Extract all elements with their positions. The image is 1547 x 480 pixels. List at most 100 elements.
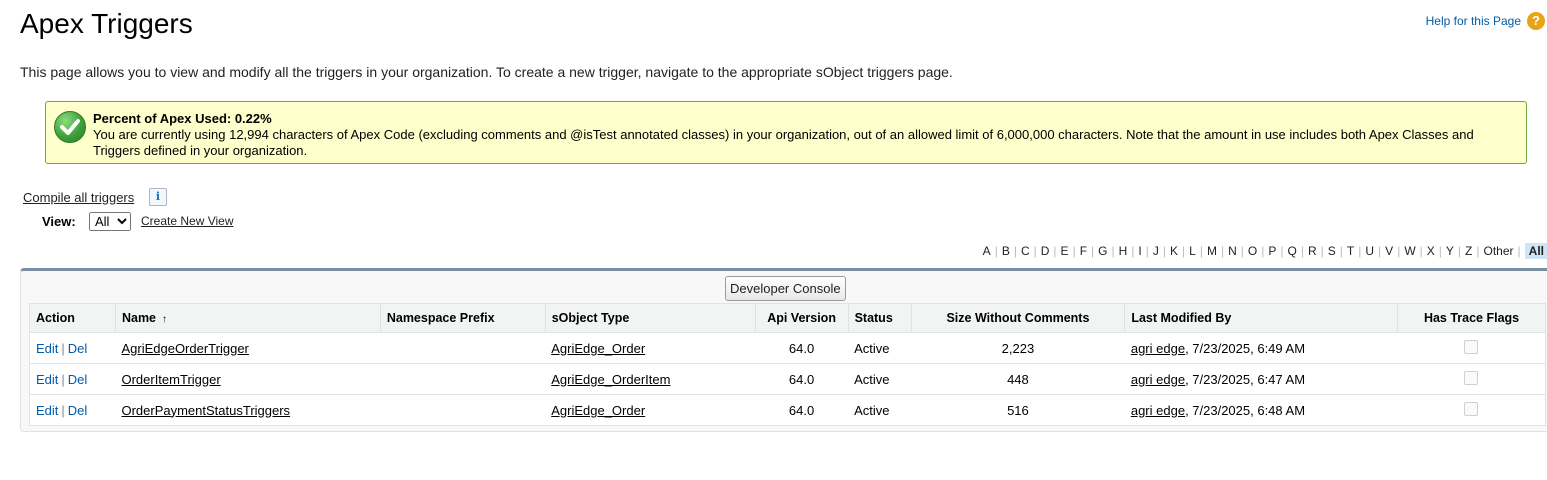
alphabet-filter-s[interactable]: S [1328, 244, 1336, 258]
edit-link[interactable]: Edit [36, 372, 58, 387]
header-status[interactable]: Status [847, 303, 912, 333]
delete-link[interactable]: Del [68, 372, 88, 387]
alphabet-filter-other[interactable]: Other [1484, 244, 1514, 258]
table-row: Edit | Del AgriEdgeOrderTrigger AgriEdge_Ord… [29, 332, 1546, 364]
alphabet-filter-a[interactable]: A [983, 244, 991, 258]
alphabet-filter-d[interactable]: D [1041, 244, 1050, 258]
header-namespace[interactable]: Namespace Prefix [379, 303, 546, 333]
trigger-name-link[interactable]: AgriEdgeOrderTrigger [121, 341, 248, 356]
alphabet-filter-q[interactable]: Q [1288, 244, 1297, 258]
sobject-link[interactable]: AgriEdge_Order [551, 341, 645, 356]
header-api-version[interactable]: Api Version [754, 303, 849, 333]
header-last-modified[interactable]: Last Modified By [1124, 303, 1399, 333]
action-separator: | [61, 402, 65, 418]
trace-flag-cell [1397, 363, 1546, 395]
alphabet-filter-f[interactable]: F [1080, 244, 1087, 258]
trigger-name-link[interactable]: OrderPaymentStatusTriggers [121, 403, 290, 418]
last-modified-cell: agri edge, 7/23/2025, 6:48 AM [1124, 394, 1398, 426]
header-name[interactable]: Name ↑ [114, 303, 381, 333]
row-actions: Edit | Del [29, 363, 116, 395]
alphabet-filter-o[interactable]: O [1248, 244, 1257, 258]
action-separator: | [61, 371, 65, 387]
alphabet-filter-w[interactable]: W [1404, 244, 1415, 258]
edit-link[interactable]: Edit [36, 403, 58, 418]
alphabet-filter-v[interactable]: V [1385, 244, 1393, 258]
alphabet-filter-u[interactable]: U [1365, 244, 1374, 258]
last-modified-cell: agri edge, 7/23/2025, 6:49 AM [1124, 332, 1398, 364]
modified-date: , 7/23/2025, 6:48 AM [1185, 402, 1306, 418]
alphabet-filter-k[interactable]: K [1170, 244, 1178, 258]
action-separator: | [61, 340, 65, 356]
alphabet-separator: | [1261, 244, 1265, 258]
table-row: Edit | Del OrderItemTrigger AgriEdge_OrderIt… [29, 363, 1546, 395]
alphabet-filter-p[interactable]: P [1268, 244, 1276, 258]
header-sobject[interactable]: sObject Type [544, 303, 756, 333]
modified-by-user-link[interactable]: agri edge [1131, 403, 1185, 418]
help-icon[interactable]: ? [1527, 12, 1545, 30]
alphabet-separator: | [1457, 244, 1462, 258]
view-select[interactable]: All [89, 212, 131, 231]
trace-flag-checkbox [1464, 339, 1479, 354]
alphabet-separator: | [1280, 244, 1284, 258]
alphabet-filter-c[interactable]: C [1021, 244, 1030, 258]
trace-flag-checkbox [1464, 370, 1479, 385]
status-cell: Active [848, 332, 912, 364]
alphabet-filter-h[interactable]: H [1119, 244, 1128, 258]
help-link[interactable]: Help for this Page [1426, 14, 1521, 28]
size-cell: 516 [911, 394, 1125, 426]
edit-link[interactable]: Edit [36, 341, 58, 356]
alphabet-filter-r[interactable]: R [1308, 244, 1317, 258]
trigger-name-link[interactable]: OrderItemTrigger [121, 372, 220, 387]
alphabet-filter-t[interactable]: T [1347, 244, 1354, 258]
alphabet-filter-all[interactable]: All [1524, 243, 1547, 259]
alphabet-separator: | [1358, 244, 1362, 258]
alphabet-separator: | [1517, 244, 1521, 258]
alphabet-separator: | [1131, 244, 1135, 258]
alphabet-filter-z[interactable]: Z [1465, 244, 1472, 258]
apex-usage-text: You are currently using 12,994 character… [93, 127, 1474, 158]
alphabet-separator: | [1419, 244, 1423, 258]
alphabet-separator: | [1476, 244, 1480, 258]
alphabet-separator: | [1145, 244, 1149, 258]
alphabet-filter-b[interactable]: B [1002, 244, 1010, 258]
row-actions: Edit | Del [29, 332, 116, 364]
alphabet-filter-n[interactable]: N [1228, 244, 1237, 258]
api-version-cell: 64.0 [755, 394, 849, 426]
sobject-link[interactable]: AgriEdge_OrderItem [551, 372, 670, 387]
alphabet-filter-m[interactable]: M [1207, 244, 1217, 258]
view-label: View: [42, 214, 76, 229]
modified-by-user-link[interactable]: agri edge [1131, 341, 1185, 356]
modified-date: , 7/23/2025, 6:49 AM [1185, 340, 1306, 356]
namespace-cell [380, 332, 546, 364]
delete-link[interactable]: Del [68, 341, 88, 356]
sobject-link[interactable]: AgriEdge_Order [551, 403, 645, 418]
compile-all-triggers-link[interactable]: Compile all triggers [23, 190, 134, 205]
alphabet-separator: | [1320, 244, 1324, 258]
modified-by-user-link[interactable]: agri edge [1131, 372, 1185, 387]
alphabet-filter-x[interactable]: X [1427, 244, 1435, 258]
alphabet-separator: | [1397, 244, 1401, 258]
page-title: Apex Triggers [20, 8, 193, 39]
size-cell: 448 [911, 363, 1125, 395]
alphabet-separator: | [1378, 244, 1382, 258]
trigger-list-panel: Developer Console Action Name ↑ Namespace… [20, 268, 1547, 432]
alphabet-separator: | [1162, 244, 1167, 258]
modified-date: , 7/23/2025, 6:47 AM [1185, 371, 1306, 387]
api-version-cell: 64.0 [755, 363, 849, 395]
last-modified-cell: agri edge, 7/23/2025, 6:47 AM [1124, 363, 1398, 395]
alphabet-filter-y[interactable]: Y [1446, 244, 1454, 258]
header-action: Action [29, 303, 116, 333]
delete-link[interactable]: Del [68, 403, 88, 418]
developer-console-button[interactable]: Developer Console [725, 276, 846, 301]
alphabet-filter-l[interactable]: L [1189, 244, 1196, 258]
alphabet-separator: | [1033, 244, 1037, 258]
header-trace-flags[interactable]: Has Trace Flags [1397, 303, 1546, 333]
alphabet-separator: | [994, 244, 998, 258]
header-size[interactable]: Size Without Comments [910, 303, 1126, 333]
status-cell: Active [848, 363, 912, 395]
alphabet-filter-g[interactable]: G [1098, 244, 1107, 258]
alphabet-filter-e[interactable]: E [1061, 244, 1069, 258]
info-icon[interactable]: i [149, 188, 167, 206]
create-new-view-link[interactable]: Create New View [141, 214, 233, 228]
header-name-label[interactable]: Name [122, 311, 156, 325]
